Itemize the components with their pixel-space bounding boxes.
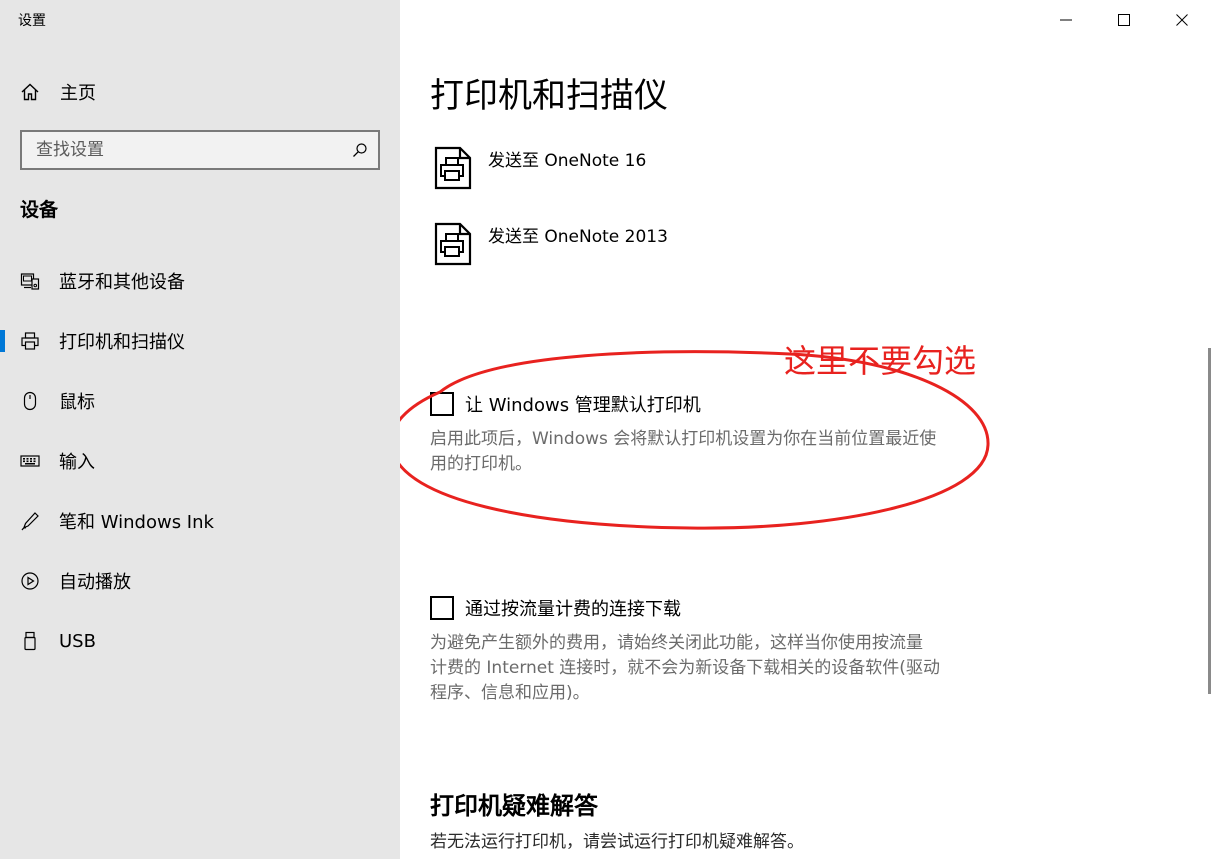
- description-line: 计费的 Internet 连接时，就不会为新设备下载相关的设备软件(驱动: [430, 658, 940, 678]
- sidebar: 设置 主页 设备 蓝牙和其他设备: [0, 0, 400, 859]
- printer-device-icon: [434, 146, 472, 190]
- printer-icon: [20, 331, 40, 351]
- sidebar-item-label: 自动播放: [59, 572, 131, 593]
- sidebar-home-label: 主页: [60, 83, 96, 104]
- close-button[interactable]: [1153, 0, 1211, 40]
- metered-download-label: 通过按流量计费的连接下载: [465, 599, 681, 620]
- description-line: 用的打印机。: [430, 454, 532, 474]
- window-title: 设置: [18, 13, 46, 29]
- metered-download-checkbox[interactable]: [430, 596, 454, 620]
- printer-device-icon: [434, 222, 472, 266]
- keyboard-icon: [20, 451, 40, 471]
- close-icon: [1176, 14, 1188, 26]
- sidebar-item-label: 输入: [59, 452, 95, 473]
- nav-list: 蓝牙和其他设备 打印机和扫描仪 鼠标 输入 笔和 Windows Ink 自动播…: [0, 261, 400, 681]
- description-line: 程序、信息和应用)。: [430, 683, 590, 703]
- printer-item[interactable]: 发送至 OneNote 2013: [430, 220, 668, 266]
- search-box[interactable]: [20, 130, 380, 170]
- sidebar-item-mouse[interactable]: 鼠标: [0, 381, 400, 421]
- pen-icon: [20, 511, 40, 531]
- sidebar-home[interactable]: 主页: [0, 72, 400, 112]
- default-printer-checkbox[interactable]: [430, 392, 454, 416]
- printer-item[interactable]: 发送至 OneNote 16: [430, 144, 646, 190]
- sidebar-item-bluetooth[interactable]: 蓝牙和其他设备: [0, 261, 400, 301]
- sidebar-item-label: USB: [59, 630, 96, 652]
- description-line: 启用此项后，Windows 会将默认打印机设置为你在当前位置最近使: [430, 429, 937, 449]
- sidebar-item-usb[interactable]: USB: [0, 621, 400, 661]
- metered-download-description: 为避免产生额外的费用，请始终关闭此功能，这样当你使用按流量 计费的 Intern…: [430, 631, 940, 706]
- home-icon: [21, 83, 39, 101]
- minimize-icon: [1060, 19, 1072, 21]
- sidebar-item-label: 打印机和扫描仪: [59, 332, 185, 353]
- section-heading: 设备: [20, 199, 59, 221]
- sidebar-item-pen[interactable]: 笔和 Windows Ink: [0, 501, 400, 541]
- mouse-icon: [20, 391, 40, 411]
- sidebar-item-label: 鼠标: [59, 392, 95, 413]
- maximize-button[interactable]: [1095, 0, 1153, 40]
- troubleshoot-heading: 打印机疑难解答: [430, 792, 598, 820]
- metered-download-checkbox-row[interactable]: 通过按流量计费的连接下载: [430, 595, 681, 621]
- sidebar-item-label: 笔和 Windows Ink: [59, 512, 214, 533]
- search-input[interactable]: [36, 140, 352, 160]
- sidebar-item-label: 蓝牙和其他设备: [59, 272, 185, 293]
- sidebar-item-printers[interactable]: 打印机和扫描仪: [0, 321, 400, 361]
- troubleshoot-description: 若无法运行打印机，请尝试运行打印机疑难解答。: [430, 832, 804, 852]
- description-line: 为避免产生额外的费用，请始终关闭此功能，这样当你使用按流量: [430, 633, 923, 653]
- sidebar-item-autoplay[interactable]: 自动播放: [0, 561, 400, 601]
- main-panel: 打印机和扫描仪 发送至 OneNote 16 发送至 OneNote 2013 …: [400, 0, 1211, 859]
- page-title: 打印机和扫描仪: [430, 76, 668, 116]
- printer-name: 发送至 OneNote 16: [488, 151, 647, 171]
- default-printer-checkbox-row[interactable]: 让 Windows 管理默认打印机: [430, 391, 701, 417]
- sidebar-item-input[interactable]: 输入: [0, 441, 400, 481]
- search-icon[interactable]: [352, 142, 368, 158]
- bluetooth-devices-icon: [20, 271, 40, 291]
- annotation-text: 这里不要勾选: [784, 342, 977, 380]
- window-controls: [1037, 0, 1211, 40]
- usb-icon: [20, 631, 40, 651]
- minimize-button[interactable]: [1037, 0, 1095, 40]
- default-printer-description: 启用此项后，Windows 会将默认打印机设置为你在当前位置最近使 用的打印机。: [430, 427, 936, 477]
- autoplay-icon: [20, 571, 40, 591]
- printer-name: 发送至 OneNote 2013: [488, 227, 668, 247]
- maximize-icon: [1118, 14, 1130, 26]
- default-printer-label: 让 Windows 管理默认打印机: [465, 395, 701, 416]
